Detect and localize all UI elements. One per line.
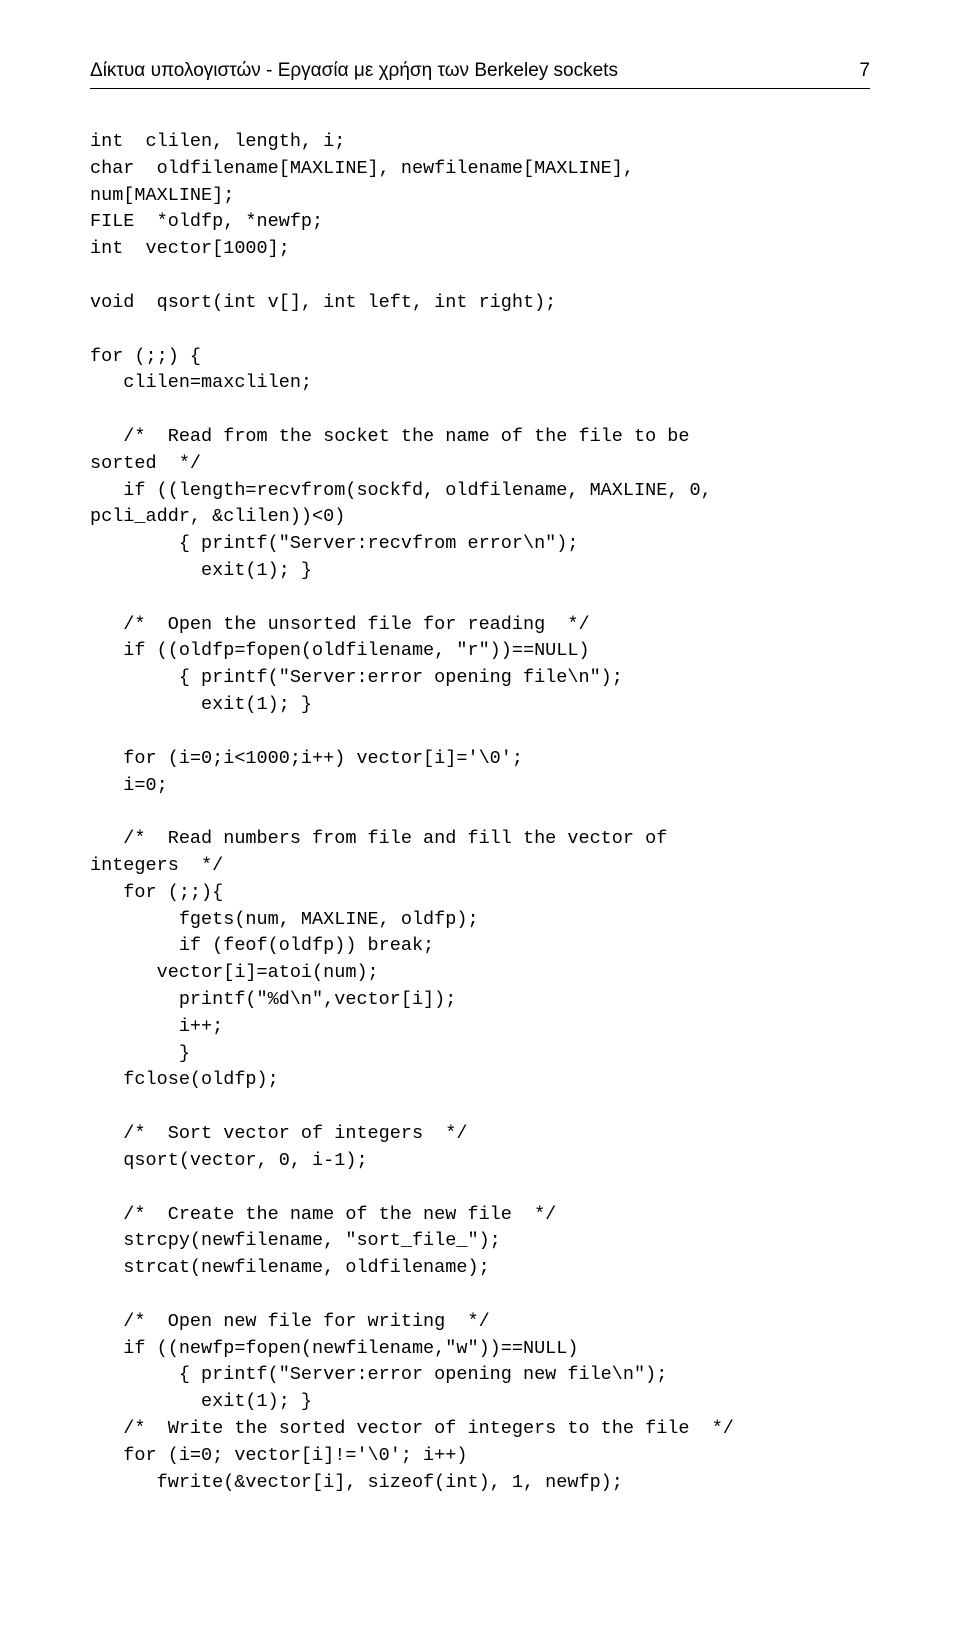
code-block: int clilen, length, i; char oldfilename[… [90, 129, 870, 1496]
document-page: Δίκτυα υπολογιστών - Εργασία με χρήση τω… [0, 0, 960, 1556]
header-title: Δίκτυα υπολογιστών - Εργασία με χρήση τω… [90, 60, 618, 82]
page-header: Δίκτυα υπολογιστών - Εργασία με χρήση τω… [90, 60, 870, 89]
page-number: 7 [859, 60, 870, 82]
